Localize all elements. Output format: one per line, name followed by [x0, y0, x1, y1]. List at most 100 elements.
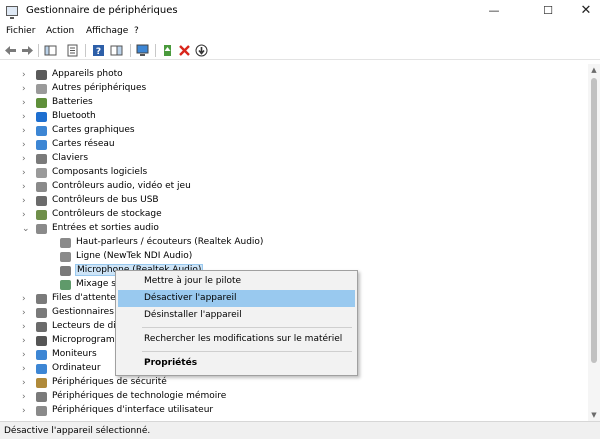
tree-category-item[interactable]: ⌄ Entrées et sorties audio [0, 222, 588, 236]
chevron-right-icon[interactable]: › [22, 321, 32, 333]
chevron-right-icon[interactable]: › [22, 153, 32, 165]
tree-item-label: Moniteurs [52, 349, 97, 359]
tree-item-label: Batteries [52, 97, 93, 107]
tree-item-label: Bluetooth [52, 111, 96, 121]
scrollbar-thumb[interactable] [591, 78, 597, 363]
chevron-right-icon[interactable]: › [22, 69, 32, 81]
chevron-right-icon[interactable]: › [22, 139, 32, 151]
speaker-icon [36, 224, 47, 234]
chevron-right-icon[interactable]: › [22, 195, 32, 207]
tree-item-label: Contrôleurs de stockage [52, 209, 162, 219]
tree-child-item[interactable]: Ligne (NewTek NDI Audio) [0, 250, 588, 264]
chevron-right-icon[interactable]: › [22, 97, 32, 109]
printer-icon [36, 294, 47, 304]
chevron-right-icon[interactable]: › [22, 181, 32, 193]
tree-item-label: Périphériques d'interface utilisateur [52, 405, 214, 415]
chevron-right-icon[interactable]: › [22, 167, 32, 179]
chevron-right-icon[interactable]: › [22, 405, 32, 417]
minimize-button[interactable]: — [474, 0, 514, 22]
chevron-right-icon[interactable]: › [22, 377, 32, 389]
title-bar: Gestionnaire de périphériques — ☐ ✕ [0, 0, 600, 22]
show-hide-tree-icon[interactable] [44, 44, 57, 57]
microphone-icon [60, 266, 71, 276]
menu-action[interactable]: Action [46, 26, 74, 36]
tree-category-item[interactable]: › Batteries [0, 96, 588, 110]
chevron-right-icon[interactable]: › [22, 293, 32, 305]
tree-category-item[interactable]: › Appareils photo [0, 68, 588, 82]
chevron-right-icon[interactable]: › [22, 349, 32, 361]
help-icon[interactable]: ? [92, 44, 105, 57]
menu-help[interactable]: ? [134, 26, 139, 36]
context-menu-item[interactable]: Rechercher les modifications sur le maté… [118, 331, 355, 348]
tree-category-item[interactable]: › Cartes graphiques [0, 124, 588, 138]
tree-item-label: Entrées et sorties audio [52, 223, 159, 233]
close-button[interactable]: ✕ [566, 0, 600, 22]
monitor-icon [36, 350, 47, 360]
tree-category-item[interactable]: › Contrôleurs de stockage [0, 208, 588, 222]
hid-icon [36, 406, 47, 416]
enable-disable-icon[interactable] [195, 44, 208, 57]
tree-category-item[interactable]: › Contrôleurs audio, vidéo et jeu [0, 180, 588, 194]
tree-item-label: Cartes réseau [52, 139, 115, 149]
update-driver-icon[interactable] [161, 44, 174, 57]
chevron-right-icon[interactable]: › [22, 111, 32, 123]
properties-icon[interactable] [66, 44, 79, 57]
keyboard-icon [36, 154, 47, 164]
action-pane-icon[interactable] [110, 44, 123, 57]
forward-arrow-icon[interactable] [21, 44, 34, 57]
device-manager-icon [6, 6, 18, 19]
chevron-right-icon[interactable]: › [22, 83, 32, 95]
battery-icon [36, 98, 47, 108]
context-menu-item[interactable]: Désinstaller l'appareil [118, 307, 355, 324]
tree-item-label: Périphériques de sécurité [52, 377, 167, 387]
speaker-icon [36, 182, 47, 192]
tree-item-label: Autres périphériques [52, 83, 147, 93]
tree-category-item[interactable]: › Contrôleurs de bus USB [0, 194, 588, 208]
chevron-right-icon[interactable]: › [22, 391, 32, 403]
menu-bar: Fichier Action Affichage ? [0, 24, 600, 40]
connection-icon [36, 308, 47, 318]
tree-item-label: Composants logiciels [52, 167, 148, 177]
chevron-right-icon[interactable]: › [22, 307, 32, 319]
tree-category-item[interactable]: › Cartes réseau [0, 138, 588, 152]
toolbar-separator [38, 44, 39, 57]
status-text: Désactive l'appareil sélectionné. [4, 426, 151, 436]
back-arrow-icon[interactable] [4, 44, 17, 57]
speaker-icon [60, 252, 71, 262]
context-menu-item-label: Désinstaller l'appareil [144, 310, 242, 320]
tree-category-item[interactable]: › Périphériques de technologie mémoire [0, 390, 588, 404]
toolbar-separator [130, 44, 131, 57]
context-menu-item[interactable]: Propriétés [118, 355, 355, 372]
scroll-up-arrow-icon[interactable]: ▲ [588, 64, 600, 76]
chevron-down-icon[interactable]: ⌄ [22, 223, 32, 235]
status-bar: Désactive l'appareil sélectionné. [0, 421, 600, 439]
context-menu: Mettre à jour le pilote Désactiver l'appa… [115, 270, 358, 376]
tree-child-item[interactable]: Haut-parleurs / écouteurs (Realtek Audio… [0, 236, 588, 250]
network-icon [36, 140, 47, 150]
uninstall-icon[interactable] [178, 44, 191, 57]
menu-separator [142, 351, 352, 352]
monitor-scan-icon[interactable] [136, 44, 149, 57]
tree-category-item[interactable]: › Bluetooth [0, 110, 588, 124]
menu-affichage[interactable]: Affichage [86, 26, 128, 36]
tree-category-item[interactable]: › Périphériques d'interface utilisateur [0, 404, 588, 418]
menu-fichier[interactable]: Fichier [6, 26, 35, 36]
context-menu-item[interactable]: Désactiver l'appareil [118, 290, 355, 307]
chevron-right-icon[interactable]: › [22, 209, 32, 221]
chevron-right-icon[interactable]: › [22, 125, 32, 137]
computer-icon [36, 364, 47, 374]
context-menu-item[interactable]: Mettre à jour le pilote [118, 273, 355, 290]
toolbar: ? [0, 41, 600, 60]
tree-category-item[interactable]: › Claviers [0, 152, 588, 166]
vertical-scrollbar[interactable]: ▲ ▼ [588, 64, 600, 421]
tree-category-item[interactable]: › Composants logiciels [0, 166, 588, 180]
tree-category-item[interactable]: › Autres périphériques [0, 82, 588, 96]
storage-icon [36, 210, 47, 220]
camera-icon [36, 70, 47, 80]
tree-category-item[interactable]: › Périphériques de sécurité [0, 376, 588, 390]
maximize-button[interactable]: ☐ [528, 0, 568, 22]
chevron-right-icon[interactable]: › [22, 335, 32, 347]
tree-item-label: Ordinateur [52, 363, 101, 373]
scroll-down-arrow-icon[interactable]: ▼ [588, 409, 600, 421]
chevron-right-icon[interactable]: › [22, 363, 32, 375]
